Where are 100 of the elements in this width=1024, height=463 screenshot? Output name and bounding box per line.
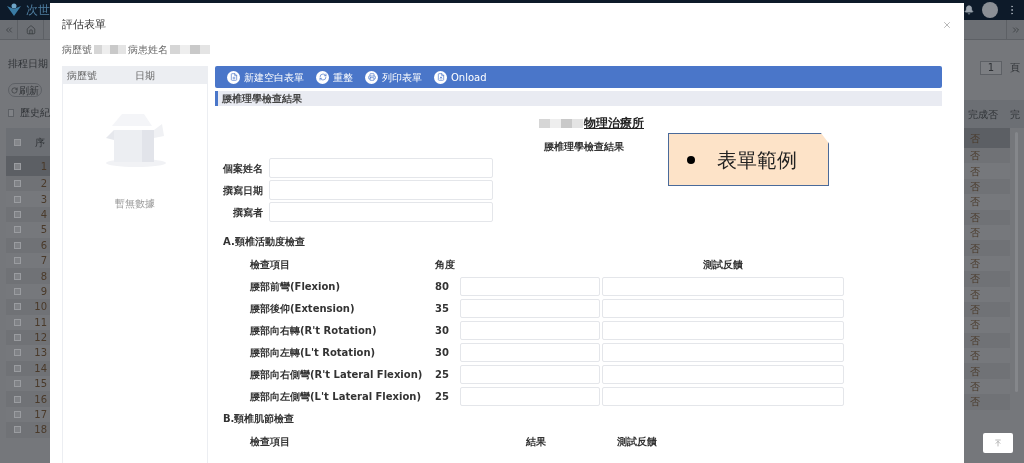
row-number: 6 (39, 238, 47, 253)
table-row[interactable]: 否 (964, 394, 1010, 410)
input-field[interactable] (460, 298, 600, 318)
item-label: 腰部後仰(Extension) (250, 301, 356, 316)
item-label: 腰部向左轉(L't Rotation) (250, 345, 377, 360)
item-label: 腰部向左側彎(L't Lateral Flexion) (250, 389, 422, 404)
column-header: 檢查項目 (250, 434, 291, 449)
column-header: 病歷號 (66, 68, 98, 83)
row-checkbox[interactable] (14, 380, 21, 388)
row-checkbox[interactable] (14, 180, 21, 188)
row-number: 10 (33, 300, 47, 315)
done-cell-text: 否 (970, 303, 980, 318)
row-checkbox[interactable] (14, 334, 21, 342)
row-number: 2 (39, 177, 47, 192)
row-checkbox[interactable] (14, 411, 21, 419)
done-cell-text: 否 (970, 349, 980, 364)
done-cell-text: 否 (970, 333, 980, 348)
row-number: 11 (33, 315, 47, 330)
clinic-name: 物理治療所 (584, 115, 644, 132)
section-title: 腰椎理學檢查結果 (222, 92, 302, 106)
page-input[interactable]: 1 (980, 60, 1002, 75)
file-plus-icon (227, 70, 240, 84)
done-cell-text: 否 (970, 149, 980, 164)
input-field[interactable] (602, 364, 844, 384)
toolbar-button[interactable]: Onload (434, 69, 487, 85)
logo-icon (6, 3, 22, 17)
row-checkbox[interactable] (14, 349, 21, 357)
input-field[interactable] (460, 276, 600, 296)
input-field[interactable] (602, 386, 844, 406)
table-row[interactable]: 8 (6, 268, 50, 284)
row-checkbox[interactable] (14, 287, 21, 295)
callout-text: 表單範例 (717, 146, 797, 174)
row-checkbox[interactable] (14, 162, 21, 170)
file-upload-icon (434, 70, 447, 84)
input-field[interactable] (460, 320, 600, 340)
done-cell-text: 否 (970, 272, 980, 287)
toolbar-button[interactable]: 列印表單 (365, 69, 422, 85)
table-row[interactable]: 否 (964, 363, 1010, 379)
redacted-value (170, 44, 210, 54)
row-checkbox[interactable] (14, 257, 21, 265)
input-field[interactable] (602, 342, 844, 362)
field-label: 撰寫日期 (222, 183, 264, 198)
input-field[interactable] (269, 158, 493, 178)
history-checkbox[interactable] (8, 108, 14, 117)
table-row[interactable]: 否 (964, 148, 1010, 164)
row-checkbox[interactable] (14, 210, 21, 218)
refresh-icon (316, 70, 329, 84)
input-field[interactable] (269, 180, 493, 200)
table-row[interactable]: 16 (6, 391, 50, 407)
field-label: 個案姓名 (222, 161, 264, 176)
arrow-up-icon (994, 439, 1002, 447)
row-number: 9 (39, 284, 47, 299)
patient-label: 病歷號 (62, 42, 92, 57)
row-checkbox[interactable] (14, 426, 21, 434)
row-number: 1 (39, 159, 47, 174)
done-cell-text: 否 (970, 380, 980, 395)
toolbar-button[interactable]: 重整 (316, 69, 353, 85)
table-row[interactable]: 18 (6, 422, 50, 438)
input-field[interactable] (602, 320, 844, 340)
avatar[interactable] (982, 2, 998, 18)
done-cell-text: 否 (970, 241, 980, 256)
row-checkbox[interactable] (14, 364, 21, 372)
row-checkbox[interactable] (14, 395, 21, 403)
done-cell-text: 否 (970, 395, 980, 410)
table-row[interactable]: 否 (964, 240, 1010, 256)
dialog-title: 評估表單 (62, 16, 106, 33)
row-checkbox[interactable] (14, 195, 21, 203)
row-checkbox[interactable] (14, 241, 21, 249)
row-checkbox[interactable] (14, 226, 21, 234)
bell-icon[interactable] (964, 5, 974, 15)
back-to-top-button[interactable] (983, 433, 1013, 453)
bullet-icon (687, 155, 695, 164)
column-header: 序 (35, 135, 45, 150)
done-cell-text: 否 (970, 287, 980, 302)
patient-label: 病患姓名 (128, 42, 168, 57)
angle-value: 35 (435, 301, 450, 316)
table-row[interactable]: 1 (6, 156, 50, 176)
redacted-value (539, 118, 583, 128)
done-cell-text: 否 (970, 195, 980, 210)
input-field[interactable] (269, 202, 493, 222)
input-field[interactable] (460, 364, 600, 384)
column-header: 測試反饋 (617, 434, 657, 449)
input-field[interactable] (460, 342, 600, 362)
input-field[interactable] (602, 276, 844, 296)
row-number: 17 (33, 408, 47, 423)
row-checkbox[interactable] (14, 303, 21, 311)
angle-value: 30 (435, 345, 450, 360)
table-row[interactable]: 2 (6, 176, 50, 192)
table-row[interactable]: 否 (964, 271, 1010, 287)
header-checkbox[interactable] (14, 138, 21, 146)
close-icon[interactable] (942, 20, 952, 30)
done-cell-text: 否 (970, 318, 980, 333)
row-checkbox[interactable] (14, 318, 21, 326)
angle-value: 25 (435, 367, 450, 382)
refresh-icon (11, 86, 18, 94)
toolbar-button[interactable]: 新建空白表單 (227, 69, 304, 85)
input-field[interactable] (602, 298, 844, 318)
row-checkbox[interactable] (14, 272, 21, 280)
table-row[interactable]: 10 (6, 299, 50, 315)
input-field[interactable] (460, 386, 600, 406)
